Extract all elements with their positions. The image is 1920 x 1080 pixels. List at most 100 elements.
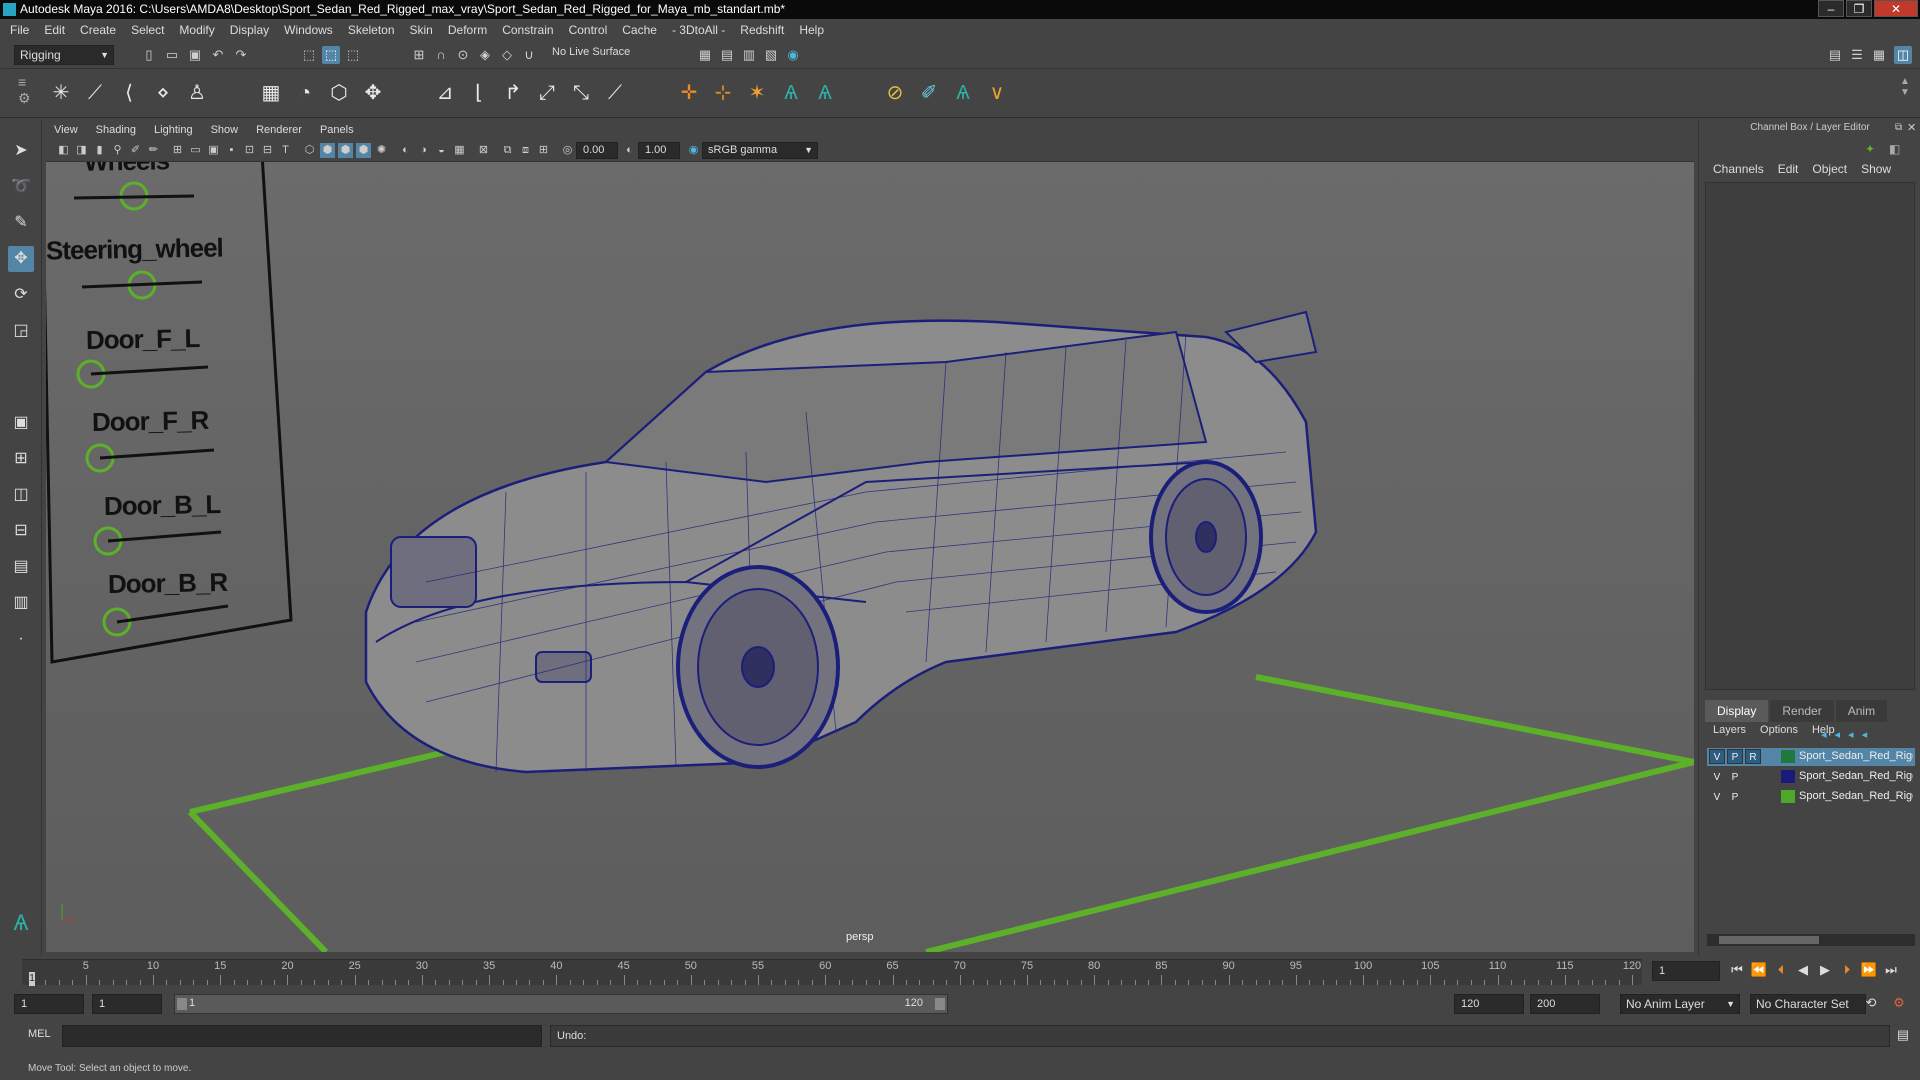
copy-weights-icon[interactable]: Ѧ: [948, 78, 978, 108]
xray-icon[interactable]: ⧉: [500, 143, 515, 158]
layer-row[interactable]: V P Sport_Sedan_Red_Rigged_Helpers: [1707, 788, 1915, 806]
scale-constraint-icon[interactable]: ⤢: [532, 78, 562, 108]
wireframe-on-shaded-icon[interactable]: ⬢: [338, 143, 353, 158]
gate-mask-icon[interactable]: ▪: [224, 143, 239, 158]
layer-visibility-toggle[interactable]: V: [1709, 789, 1725, 804]
minimize-button[interactable]: –: [1818, 0, 1844, 17]
maya-home-icon[interactable]: Ѧ: [8, 910, 34, 936]
attribute-editor-icon[interactable]: ☰: [1848, 46, 1866, 64]
layer-editor-toggle-icon[interactable]: ◧: [1889, 142, 1900, 156]
layer-color-swatch[interactable]: [1781, 750, 1795, 763]
safe-action-icon[interactable]: ⊟: [260, 143, 275, 158]
camera-attributes-icon[interactable]: ◨: [74, 143, 89, 158]
auto-key-icon[interactable]: ⟲: [1862, 994, 1880, 1012]
lasso-tool-icon[interactable]: ➰: [8, 174, 34, 200]
select-hierarchy-icon[interactable]: ⬚: [300, 46, 318, 64]
layer-playback-toggle[interactable]: P: [1727, 749, 1743, 764]
render-view-icon[interactable]: ▦: [696, 46, 714, 64]
ik-spline-icon[interactable]: ⟨: [114, 78, 144, 108]
panel-menu-renderer[interactable]: Renderer: [256, 124, 302, 136]
paint-skin-icon[interactable]: ✐: [914, 78, 944, 108]
resolution-gate-icon[interactable]: ▣: [206, 143, 221, 158]
grid-toggle-icon[interactable]: ⊞: [170, 143, 185, 158]
panel-menu-show[interactable]: Show: [211, 124, 239, 136]
paint-select-tool-icon[interactable]: ✎: [8, 210, 34, 236]
range-end-handle[interactable]: [935, 998, 945, 1010]
persp-graph-icon[interactable]: ▤: [8, 554, 34, 580]
snap-view-icon[interactable]: ◈: [476, 46, 494, 64]
step-forward-key-icon[interactable]: ⏩: [1860, 961, 1878, 979]
maximize-button[interactable]: ❐: [1846, 0, 1872, 17]
image-plane-icon[interactable]: ⚲: [110, 143, 125, 158]
paint-weights-icon[interactable]: ⊘: [880, 78, 910, 108]
layer-playback-toggle[interactable]: P: [1727, 769, 1743, 784]
joint-tool-icon[interactable]: ✳: [46, 78, 76, 108]
channel-list-area[interactable]: [1705, 182, 1915, 690]
open-scene-icon[interactable]: ▭: [163, 46, 181, 64]
ik-handle-icon[interactable]: ⟋: [80, 78, 110, 108]
close-button[interactable]: ✕: [1874, 0, 1918, 17]
move-tool-icon[interactable]: ✥: [8, 246, 34, 272]
rotate-tool-icon[interactable]: ⟳: [8, 282, 34, 308]
layer-name[interactable]: Sport_Sedan_Red_Rigged_Helpers: [1799, 790, 1913, 802]
two-d-pan-icon[interactable]: ✐: [128, 143, 143, 158]
wrap-icon[interactable]: ⬡: [324, 78, 354, 108]
textured-icon[interactable]: ⬢: [356, 143, 371, 158]
single-view-icon[interactable]: ▣: [8, 410, 34, 436]
panel-menu-panels[interactable]: Panels: [320, 124, 354, 136]
channel-box-toggle-icon[interactable]: ✦: [1865, 142, 1875, 156]
locator-icon[interactable]: ✛: [674, 78, 704, 108]
transform-locator-icon[interactable]: ⊹: [708, 78, 738, 108]
menu-windows[interactable]: Windows: [284, 23, 333, 37]
panel-menu-shading[interactable]: Shading: [96, 124, 136, 136]
exposure-icon[interactable]: ◎: [560, 143, 575, 158]
point-constraint-icon[interactable]: ⊿: [430, 78, 460, 108]
tool-settings-icon[interactable]: ▦: [1870, 46, 1888, 64]
timeline-track[interactable]: 5 10 15 20 25 30 35 40 45 50 55 60 65 70 75 80 85 90 95 100…: [22, 959, 1642, 986]
shadows-icon[interactable]: ◐: [398, 143, 413, 158]
step-back-key-icon[interactable]: ⏪: [1750, 961, 1768, 979]
menu-modify[interactable]: Modify: [179, 23, 214, 37]
menu-redshift[interactable]: Redshift: [740, 23, 784, 37]
field-chart-icon[interactable]: ⊡: [242, 143, 257, 158]
grease-pencil-icon[interactable]: ✏: [146, 143, 161, 158]
scene-render[interactable]: [46, 162, 1694, 952]
use-lights-icon[interactable]: ✺: [374, 143, 389, 158]
redo-icon[interactable]: ↷: [232, 46, 250, 64]
snap-live-icon[interactable]: ∪: [520, 46, 538, 64]
layer-reference-toggle[interactable]: [1745, 789, 1761, 804]
new-scene-icon[interactable]: ▯: [140, 46, 158, 64]
persp-outliner-icon[interactable]: ⊟: [8, 518, 34, 544]
layer-tab-anim[interactable]: Anim: [1835, 700, 1888, 722]
live-surface-label[interactable]: No Live Surface: [552, 46, 630, 58]
menu-display[interactable]: Display: [230, 23, 269, 37]
script-language-toggle[interactable]: MEL: [28, 1028, 51, 1040]
select-tool-icon[interactable]: ➤: [8, 138, 34, 164]
menu-skeleton[interactable]: Skeleton: [348, 23, 395, 37]
menu-constrain[interactable]: Constrain: [502, 23, 553, 37]
cb-menu-object[interactable]: Object: [1812, 162, 1847, 176]
layer-reference-toggle[interactable]: R: [1745, 749, 1761, 764]
camera-select-icon[interactable]: ◧: [56, 143, 71, 158]
cb-menu-channels[interactable]: Channels: [1713, 162, 1764, 176]
animation-start-field[interactable]: 1: [14, 994, 84, 1014]
playback-end-field[interactable]: 120: [1454, 994, 1524, 1014]
film-gate-icon[interactable]: ▭: [188, 143, 203, 158]
select-component-icon[interactable]: ⬚: [344, 46, 362, 64]
pole-vector-icon[interactable]: ⟋: [600, 78, 630, 108]
motion-blur-icon[interactable]: ◒: [434, 143, 449, 158]
undo-icon[interactable]: ↶: [209, 46, 227, 64]
snap-grid-icon[interactable]: ⊞: [410, 46, 428, 64]
persp-viewport[interactable]: Wheels Steering_wheel Door_F_L Door_F_R …: [46, 162, 1694, 952]
layer-playback-toggle[interactable]: P: [1727, 789, 1743, 804]
current-frame-field[interactable]: 1: [1652, 961, 1720, 981]
modeling-toolkit-icon[interactable]: ▤: [1826, 46, 1844, 64]
color-management-icon[interactable]: ◉: [686, 143, 701, 158]
cluster-icon[interactable]: ◔: [290, 78, 320, 108]
isolate-select-icon[interactable]: ⊠: [476, 143, 491, 158]
mirror-weights-icon[interactable]: ∨: [982, 78, 1012, 108]
menuset-dropdown[interactable]: Rigging ▼: [14, 45, 114, 65]
menu-edit[interactable]: Edit: [44, 23, 65, 37]
layer-color-swatch[interactable]: [1781, 790, 1795, 803]
ambient-occlusion-icon[interactable]: ◑: [416, 143, 431, 158]
